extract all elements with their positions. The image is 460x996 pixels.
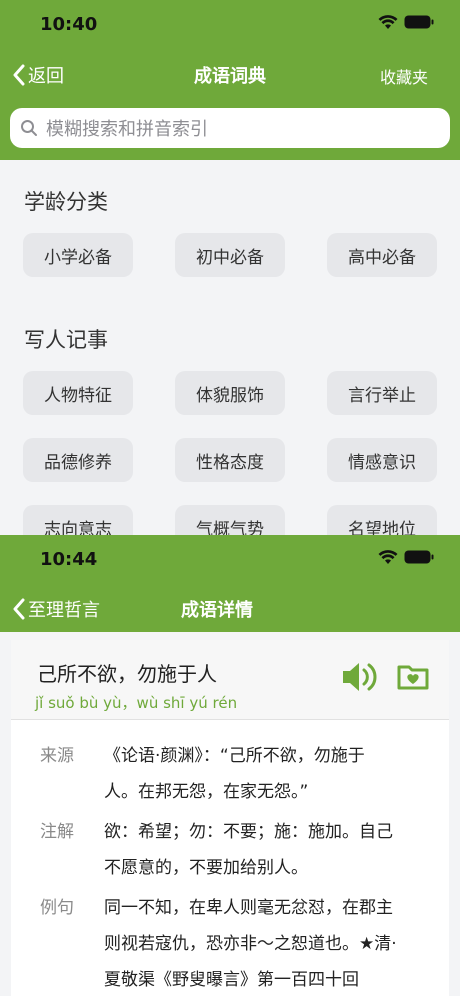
chip-row: 品德修养 性格态度 情感意识: [0, 438, 437, 482]
category-chip[interactable]: 高中必备: [327, 233, 437, 277]
battery-icon: [404, 550, 434, 564]
search-bar: 模糊搜索和拼音索引: [0, 98, 460, 160]
row-label: 注解: [40, 822, 74, 842]
idiom-title: 己所不欲，勿施于人: [37, 662, 217, 686]
chip-row: 小学必备 初中必备 高中必备: [0, 233, 437, 277]
search-icon: [21, 120, 37, 136]
text-line: 则视若寇仇，恐亦非～之恕道也。★清·: [104, 934, 397, 954]
row-text: 欲：希望；勿：不要；施：施加。自己 不愿意的，不要加给别人。: [104, 814, 404, 886]
status-icons: [378, 14, 434, 30]
favorite-folder-icon[interactable]: [397, 662, 429, 690]
wifi-icon: [378, 550, 398, 564]
wifi-icon: [378, 15, 398, 29]
nav-bar: 返回 成语词典 收藏夹: [0, 50, 460, 98]
idiom-dictionary-screen: 10:40 返回 成语词典 收藏夹 模糊搜索和拼音索引 学龄分类 小学必备 初中…: [0, 0, 460, 535]
row-text: 同一不知，在卑人则毫无忿怼，在郡主 则视若寇仇，恐亦非～之恕道也。★清· 夏敬渠…: [104, 890, 404, 996]
idiom-header: 己所不欲，勿施于人 jǐ suǒ bù yù，wù shī yú rén: [11, 640, 449, 720]
status-time: 10:40: [40, 14, 98, 35]
idiom-pinyin: jǐ suǒ bù yù，wù shī yú rén: [35, 694, 238, 712]
text-line: 不愿意的，不要加给别人。: [104, 858, 308, 878]
category-chip[interactable]: 志向意志: [23, 505, 133, 535]
speaker-icon[interactable]: [341, 660, 379, 694]
search-placeholder: 模糊搜索和拼音索引: [46, 119, 208, 140]
status-time: 10:44: [40, 549, 98, 570]
category-chip[interactable]: 品德修养: [23, 438, 133, 482]
row-label: 来源: [40, 746, 74, 766]
detail-row-source: 来源 《论语·颜渊》：“己所不欲，勿施于 人。在邦无怨，在家无怨。”: [40, 738, 404, 810]
row-label: 例句: [40, 898, 74, 918]
status-bar: 10:44: [0, 535, 460, 584]
text-line: 《论语·颜渊》：“己所不欲，勿施于: [104, 746, 365, 766]
search-input[interactable]: 模糊搜索和拼音索引: [10, 108, 450, 148]
row-text: 《论语·颜渊》：“己所不欲，勿施于 人。在邦无怨，在家无怨。”: [104, 738, 404, 810]
battery-icon: [404, 15, 434, 29]
section-title: 写人记事: [24, 328, 108, 352]
nav-bar: 至理哲言 成语详情: [0, 584, 460, 632]
text-line: 同一不知，在卑人则毫无忿怼，在郡主: [104, 898, 393, 918]
category-chip[interactable]: 初中必备: [175, 233, 285, 277]
text-line: 夏敬渠《野叟曝言》第一百四十回: [104, 970, 359, 990]
category-chip[interactable]: 名望地位: [327, 505, 437, 535]
idiom-detail-card: 己所不欲，勿施于人 jǐ suǒ bù yù，wù shī yú rén 来源 …: [11, 640, 449, 996]
status-bar: 10:40: [0, 0, 460, 50]
text-line: 欲：希望；勿：不要；施：施加。自己: [104, 822, 393, 842]
category-chip[interactable]: 性格态度: [175, 438, 285, 482]
category-chip[interactable]: 情感意识: [327, 438, 437, 482]
status-icons: [378, 549, 434, 565]
category-chip[interactable]: 体貌服饰: [175, 371, 285, 415]
chip-row: 人物特征 体貌服饰 言行举止: [0, 371, 437, 415]
detail-row-annotation: 注解 欲：希望；勿：不要；施：施加。自己 不愿意的，不要加给别人。: [40, 814, 404, 886]
chip-row: 志向意志 气概气势 名望地位: [0, 505, 437, 535]
nav-title: 成语详情: [181, 600, 253, 621]
category-chip[interactable]: 小学必备: [23, 233, 133, 277]
section-title: 学龄分类: [24, 190, 108, 214]
favorites-button[interactable]: 收藏夹: [380, 64, 428, 88]
detail-row-example: 例句 同一不知，在卑人则毫无忿怼，在郡主 则视若寇仇，恐亦非～之恕道也。★清· …: [40, 890, 404, 996]
text-line: 人。在邦无怨，在家无怨。”: [104, 782, 309, 802]
category-chip[interactable]: 人物特征: [23, 371, 133, 415]
category-chip[interactable]: 言行举止: [327, 371, 437, 415]
idiom-detail-screen: 10:44 至理哲言 成语详情 己所不欲，勿施于人 jǐ suǒ bù yù，w…: [0, 535, 460, 996]
category-chip[interactable]: 气概气势: [175, 505, 285, 535]
